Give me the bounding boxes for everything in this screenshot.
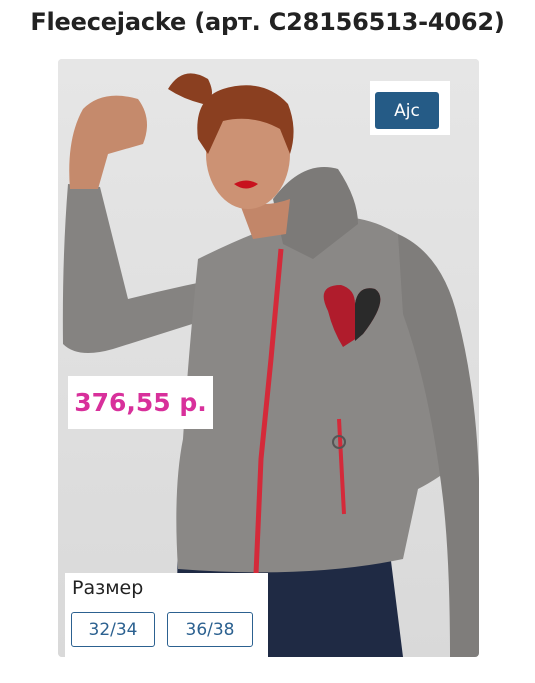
price-panel: 376,55 р. xyxy=(68,376,213,429)
brand-badge-panel: Ajc xyxy=(370,81,450,135)
size-option-36-38[interactable]: 36/38 xyxy=(167,612,253,647)
size-selector: Размер 32/34 36/38 xyxy=(65,573,268,657)
product-card: Ajc 376,55 р. Размер 32/34 36/38 xyxy=(58,59,479,657)
brand-button[interactable]: Ajc xyxy=(375,92,439,129)
product-photo[interactable] xyxy=(58,59,479,657)
size-option-32-34[interactable]: 32/34 xyxy=(71,612,155,647)
size-heading: Размер xyxy=(72,577,144,599)
page-title: Fleecejacke (арт. C28156513-4062) xyxy=(30,8,505,36)
price-label: 376,55 р. xyxy=(74,388,207,417)
